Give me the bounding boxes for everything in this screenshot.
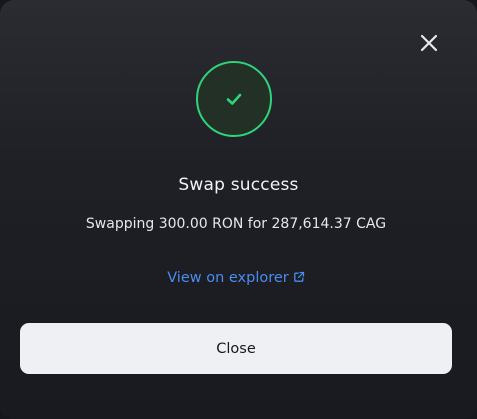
swap-summary: Swapping 300.00 RON for 287,614.37 CAG <box>85 216 387 232</box>
view-on-explorer-link[interactable]: View on explorer <box>0 270 472 286</box>
modal-title: Swap success <box>178 175 299 195</box>
external-link-icon <box>293 271 304 282</box>
close-icon <box>420 34 438 52</box>
swap-success-modal: Swap success Swapping 300.00 RON for 287… <box>0 0 477 419</box>
check-icon <box>226 93 242 105</box>
explorer-link-label: View on explorer <box>167 270 289 286</box>
close-icon-button[interactable] <box>414 28 444 58</box>
success-indicator <box>196 61 272 137</box>
close-button[interactable]: Close <box>20 323 452 374</box>
